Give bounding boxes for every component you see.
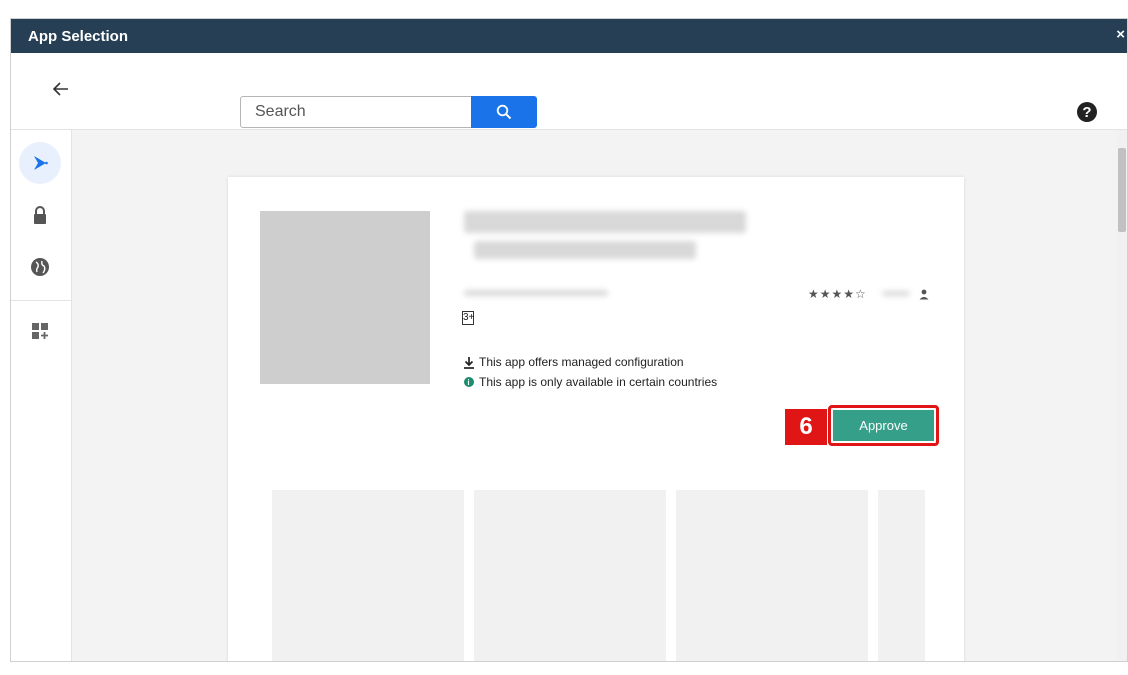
screenshot-placeholder <box>878 490 925 661</box>
content-scrollbar[interactable] <box>1117 130 1127 661</box>
screenshot-placeholder <box>474 490 666 661</box>
feature-text: This app offers managed configuration <box>479 355 684 369</box>
app-subtitle-redacted <box>474 241 696 259</box>
screenshot-placeholder <box>676 490 868 661</box>
play-store-icon <box>34 156 48 170</box>
app-selection-dialog: App Selection × ? <box>10 18 1128 662</box>
dialog-titlebar: App Selection × <box>11 19 1127 53</box>
info-icon: i <box>462 376 475 389</box>
sidebar-item-organize[interactable] <box>19 310 61 352</box>
feature-managed-config: This app offers managed configuration <box>462 355 684 369</box>
approve-button[interactable]: Approve <box>833 410 934 441</box>
globe-icon <box>31 258 49 276</box>
feature-country-availability: i This app is only available in certain … <box>462 375 717 389</box>
person-icon <box>918 287 930 300</box>
content-rating-badge: 3+ <box>462 311 475 325</box>
developer-redacted <box>464 290 608 296</box>
arrow-left-icon[interactable] <box>51 79 71 99</box>
help-icon[interactable]: ? <box>1077 102 1097 122</box>
sidebar-item-play-store[interactable] <box>19 142 61 184</box>
app-icon-placeholder <box>260 211 430 384</box>
dialog-title: App Selection <box>28 27 129 45</box>
feature-text: This app is only available in certain co… <box>479 375 718 389</box>
sidebar-divider <box>11 300 72 301</box>
app-details-card: ★★★★☆ 3+ This app offers managed configu… <box>228 177 964 661</box>
search-button[interactable] <box>471 96 537 128</box>
scroll-thumb[interactable] <box>1118 148 1126 232</box>
grid-add-icon <box>32 323 48 339</box>
review-count-redacted <box>882 291 910 296</box>
toolbar: ? <box>11 53 1127 130</box>
step-badge: 6 <box>785 409 827 445</box>
star-rating: ★★★★☆ <box>808 287 867 301</box>
download-icon <box>462 356 475 369</box>
content-area: ★★★★☆ 3+ This app offers managed configu… <box>72 130 1119 661</box>
close-icon[interactable]: × <box>1116 26 1125 43</box>
app-title-redacted <box>464 211 746 233</box>
search-icon <box>496 104 512 120</box>
lock-icon <box>34 206 46 224</box>
sidebar <box>11 130 72 661</box>
sidebar-item-private-apps[interactable] <box>19 194 61 236</box>
search-input[interactable] <box>240 96 472 128</box>
sidebar-item-web-apps[interactable] <box>19 246 61 288</box>
approve-highlight: Approve <box>828 405 939 446</box>
screenshot-placeholder <box>272 490 464 661</box>
